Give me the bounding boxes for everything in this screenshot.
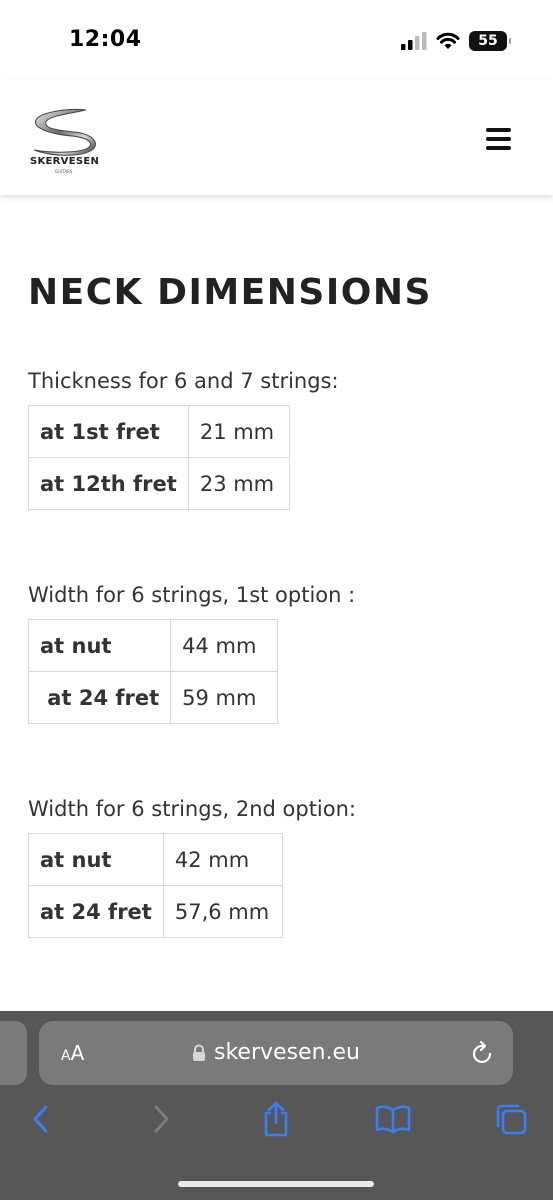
row-value: 57,6 mm bbox=[162, 885, 283, 938]
section-caption-thickness: Thickness for 6 and 7 strings: bbox=[28, 369, 339, 393]
wifi-icon bbox=[436, 32, 460, 49]
width-option-1-table: at nut 44 mm at 24 fret 59 mm bbox=[27, 619, 279, 724]
status-bar: 12:04 55 bbox=[0, 0, 553, 80]
reload-icon[interactable] bbox=[471, 1040, 495, 1066]
share-button[interactable] bbox=[258, 1101, 294, 1137]
row-value: 21 mm bbox=[187, 405, 290, 458]
table-row: at 24 fret 59 mm bbox=[27, 671, 279, 724]
table-row: at 1st fret 21 mm bbox=[28, 405, 290, 458]
battery-icon: 55 bbox=[469, 31, 511, 51]
row-value: 42 mm bbox=[162, 833, 283, 886]
table-row: at nut 42 mm bbox=[28, 833, 283, 886]
width-option-2-table: at nut 42 mm at 24 fret 57,6 mm bbox=[28, 833, 283, 938]
row-label: at 24 fret bbox=[27, 671, 172, 724]
menu-icon-bar bbox=[486, 137, 511, 141]
battery-level: 55 bbox=[478, 33, 498, 49]
forward-button[interactable] bbox=[143, 1101, 179, 1137]
section-caption-width-option-2: Width for 6 strings, 2nd option: bbox=[28, 797, 357, 821]
lock-icon bbox=[193, 1044, 206, 1061]
share-icon bbox=[264, 1101, 288, 1137]
row-value: 44 mm bbox=[170, 619, 279, 672]
table-row: at 12th fret 23 mm bbox=[28, 457, 290, 510]
tabs-icon bbox=[496, 1104, 527, 1135]
row-label: at 24 fret bbox=[28, 885, 164, 938]
browser-toolbar: AA skervesen.eu bbox=[0, 1011, 553, 1200]
url-display[interactable]: skervesen.eu bbox=[39, 1040, 513, 1065]
home-indicator[interactable] bbox=[178, 1181, 374, 1187]
logo-subtext: GUITARS bbox=[55, 169, 73, 174]
book-icon bbox=[375, 1105, 411, 1134]
tabs-button[interactable] bbox=[493, 1101, 529, 1137]
row-label: at 12th fret bbox=[28, 457, 189, 510]
menu-icon[interactable] bbox=[486, 128, 511, 150]
table-row: at nut 44 mm bbox=[27, 619, 279, 672]
address-bar[interactable]: AA skervesen.eu bbox=[39, 1021, 513, 1085]
row-label: at nut bbox=[27, 619, 172, 672]
url-text: skervesen.eu bbox=[214, 1040, 360, 1065]
thickness-table: at 1st fret 21 mm at 12th fret 23 mm bbox=[28, 405, 290, 510]
logo-wordmark: SKERVESEN bbox=[30, 156, 100, 167]
menu-icon-bar bbox=[486, 146, 511, 150]
browser-nav-row bbox=[0, 1101, 553, 1143]
page-title: NECK DIMENSIONS bbox=[28, 272, 432, 313]
bookmarks-button[interactable] bbox=[375, 1101, 411, 1137]
row-label: at nut bbox=[28, 833, 164, 886]
status-icons: 55 bbox=[401, 30, 511, 52]
menu-icon-bar bbox=[486, 128, 511, 132]
row-label: at 1st fret bbox=[28, 405, 189, 458]
chevron-right-icon bbox=[154, 1105, 169, 1133]
row-value: 59 mm bbox=[170, 671, 279, 724]
row-value: 23 mm bbox=[187, 457, 290, 510]
site-header: SKERVESEN GUITARS bbox=[0, 80, 553, 195]
status-time: 12:04 bbox=[69, 27, 142, 52]
section-caption-width-option-1: Width for 6 strings, 1st option : bbox=[28, 583, 356, 607]
previous-tab-peek[interactable] bbox=[0, 1021, 27, 1085]
chevron-left-icon bbox=[33, 1105, 48, 1133]
cellular-signal-icon bbox=[401, 32, 427, 50]
table-row: at 24 fret 57,6 mm bbox=[28, 885, 283, 938]
back-button[interactable] bbox=[23, 1101, 59, 1137]
